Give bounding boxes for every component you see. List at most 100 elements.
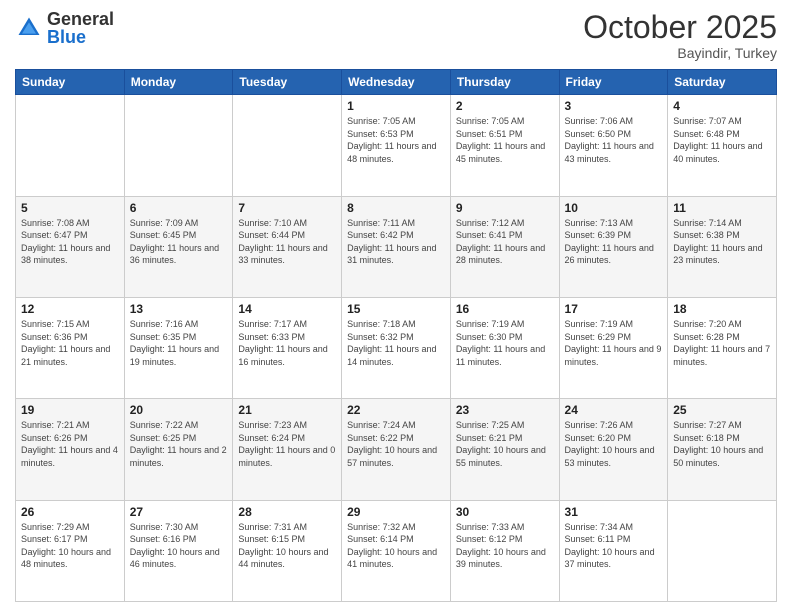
header-monday: Monday (124, 70, 233, 95)
day-number: 4 (673, 99, 771, 113)
day-cell: 31 Sunrise: 7:34 AMSunset: 6:11 PMDayligh… (559, 500, 668, 601)
week-row-2: 5 Sunrise: 7:08 AMSunset: 6:47 PMDaylight… (16, 196, 777, 297)
day-cell: 15Sunrise: 7:18 AMSunset: 6:32 PMDayligh… (342, 297, 451, 398)
day-number: 30 (456, 505, 554, 519)
logo-blue: Blue (47, 28, 114, 46)
day-info: Sunrise: 7:17 AMSunset: 6:33 PMDaylight:… (238, 318, 336, 368)
day-cell: 11Sunrise: 7:14 AMSunset: 6:38 PMDayligh… (668, 196, 777, 297)
day-number: 19 (21, 403, 119, 417)
day-info: Sunrise: 7:11 AMSunset: 6:42 PMDaylight:… (347, 217, 445, 267)
day-info: Sunrise: 7:27 AMSunset: 6:18 PMDaylight:… (673, 419, 771, 469)
header-thursday: Thursday (450, 70, 559, 95)
day-cell: 13 Sunrise: 7:16 AMSunset: 6:35 PMDayligh… (124, 297, 233, 398)
day-number: 7 (238, 201, 336, 215)
day-cell (668, 500, 777, 601)
day-info: Sunrise: 7:20 AMSunset: 6:28 PMDaylight:… (673, 318, 771, 368)
day-number: 5 (21, 201, 119, 215)
day-number: 31 (565, 505, 663, 519)
location-subtitle: Bayindir, Turkey (583, 45, 777, 61)
day-number: 25 (673, 403, 771, 417)
day-info: Sunrise: 7:29 AMSunset: 6:17 PMDaylight:… (21, 521, 119, 571)
day-cell: 24 Sunrise: 7:26 AMSunset: 6:20 PMDayligh… (559, 399, 668, 500)
day-cell: 25 Sunrise: 7:27 AMSunset: 6:18 PMDayligh… (668, 399, 777, 500)
day-number: 3 (565, 99, 663, 113)
day-cell: 8 Sunrise: 7:11 AMSunset: 6:42 PMDaylight… (342, 196, 451, 297)
header: General Blue October 2025 Bayindir, Turk… (15, 10, 777, 61)
day-info: Sunrise: 7:12 AMSunset: 6:41 PMDaylight:… (456, 217, 554, 267)
day-info: Sunrise: 7:08 AMSunset: 6:47 PMDaylight:… (21, 217, 119, 267)
day-info: Sunrise: 7:15 AMSunset: 6:36 PMDaylight:… (21, 318, 119, 368)
day-number: 21 (238, 403, 336, 417)
day-number: 11 (673, 201, 771, 215)
day-number: 2 (456, 99, 554, 113)
day-number: 12 (21, 302, 119, 316)
day-cell: 2 Sunrise: 7:05 AMSunset: 6:51 PMDaylight… (450, 95, 559, 196)
day-info: Sunrise: 7:32 AMSunset: 6:14 PMDaylight:… (347, 521, 445, 571)
day-number: 28 (238, 505, 336, 519)
day-number: 24 (565, 403, 663, 417)
day-cell: 9Sunrise: 7:12 AMSunset: 6:41 PMDaylight… (450, 196, 559, 297)
day-number: 18 (673, 302, 771, 316)
title-block: October 2025 Bayindir, Turkey (583, 10, 777, 61)
day-info: Sunrise: 7:34 AMSunset: 6:11 PMDaylight:… (565, 521, 663, 571)
day-cell: 17Sunrise: 7:19 AMSunset: 6:29 PMDayligh… (559, 297, 668, 398)
header-row: SundayMondayTuesdayWednesdayThursdayFrid… (16, 70, 777, 95)
day-number: 13 (130, 302, 228, 316)
day-cell: 20Sunrise: 7:22 AMSunset: 6:25 PMDayligh… (124, 399, 233, 500)
day-info: Sunrise: 7:05 AMSunset: 6:53 PMDaylight:… (347, 115, 445, 165)
day-cell: 6Sunrise: 7:09 AMSunset: 6:45 PMDaylight… (124, 196, 233, 297)
day-number: 16 (456, 302, 554, 316)
day-info: Sunrise: 7:31 AMSunset: 6:15 PMDaylight:… (238, 521, 336, 571)
page: General Blue October 2025 Bayindir, Turk… (0, 0, 792, 612)
day-info: Sunrise: 7:13 AMSunset: 6:39 PMDaylight:… (565, 217, 663, 267)
header-wednesday: Wednesday (342, 70, 451, 95)
day-info: Sunrise: 7:05 AMSunset: 6:51 PMDaylight:… (456, 115, 554, 165)
day-cell: 26 Sunrise: 7:29 AMSunset: 6:17 PMDayligh… (16, 500, 125, 601)
day-info: Sunrise: 7:21 AMSunset: 6:26 PMDaylight:… (21, 419, 119, 469)
day-info: Sunrise: 7:16 AMSunset: 6:35 PMDaylight:… (130, 318, 228, 368)
header-sunday: Sunday (16, 70, 125, 95)
day-cell: 16 Sunrise: 7:19 AMSunset: 6:30 PMDayligh… (450, 297, 559, 398)
day-cell: 4 Sunrise: 7:07 AMSunset: 6:48 PMDaylight… (668, 95, 777, 196)
day-cell: 19 Sunrise: 7:21 AMSunset: 6:26 PMDayligh… (16, 399, 125, 500)
day-info: Sunrise: 7:19 AMSunset: 6:30 PMDaylight:… (456, 318, 554, 368)
day-cell: 7Sunrise: 7:10 AMSunset: 6:44 PMDaylight… (233, 196, 342, 297)
day-cell: 28 Sunrise: 7:31 AMSunset: 6:15 PMDayligh… (233, 500, 342, 601)
day-cell (124, 95, 233, 196)
day-number: 17 (565, 302, 663, 316)
day-cell: 29Sunrise: 7:32 AMSunset: 6:14 PMDayligh… (342, 500, 451, 601)
week-row-4: 19 Sunrise: 7:21 AMSunset: 6:26 PMDayligh… (16, 399, 777, 500)
day-cell: 30 Sunrise: 7:33 AMSunset: 6:12 PMDayligh… (450, 500, 559, 601)
day-info: Sunrise: 7:07 AMSunset: 6:48 PMDaylight:… (673, 115, 771, 165)
day-cell: 1 Sunrise: 7:05 AMSunset: 6:53 PMDaylight… (342, 95, 451, 196)
day-info: Sunrise: 7:18 AMSunset: 6:32 PMDaylight:… (347, 318, 445, 368)
header-saturday: Saturday (668, 70, 777, 95)
day-cell: 5 Sunrise: 7:08 AMSunset: 6:47 PMDaylight… (16, 196, 125, 297)
day-cell: 14Sunrise: 7:17 AMSunset: 6:33 PMDayligh… (233, 297, 342, 398)
day-cell: 3 Sunrise: 7:06 AMSunset: 6:50 PMDaylight… (559, 95, 668, 196)
day-number: 1 (347, 99, 445, 113)
day-number: 8 (347, 201, 445, 215)
logo-icon (15, 14, 43, 42)
day-cell (16, 95, 125, 196)
day-info: Sunrise: 7:06 AMSunset: 6:50 PMDaylight:… (565, 115, 663, 165)
day-cell: 27Sunrise: 7:30 AMSunset: 6:16 PMDayligh… (124, 500, 233, 601)
day-info: Sunrise: 7:23 AMSunset: 6:24 PMDaylight:… (238, 419, 336, 469)
day-cell: 23Sunrise: 7:25 AMSunset: 6:21 PMDayligh… (450, 399, 559, 500)
calendar-table: SundayMondayTuesdayWednesdayThursdayFrid… (15, 69, 777, 602)
day-cell: 12 Sunrise: 7:15 AMSunset: 6:36 PMDayligh… (16, 297, 125, 398)
day-number: 6 (130, 201, 228, 215)
day-number: 20 (130, 403, 228, 417)
header-tuesday: Tuesday (233, 70, 342, 95)
logo-text: General Blue (47, 10, 114, 46)
day-info: Sunrise: 7:26 AMSunset: 6:20 PMDaylight:… (565, 419, 663, 469)
day-number: 26 (21, 505, 119, 519)
day-number: 10 (565, 201, 663, 215)
day-number: 27 (130, 505, 228, 519)
day-info: Sunrise: 7:24 AMSunset: 6:22 PMDaylight:… (347, 419, 445, 469)
day-info: Sunrise: 7:33 AMSunset: 6:12 PMDaylight:… (456, 521, 554, 571)
week-row-5: 26 Sunrise: 7:29 AMSunset: 6:17 PMDayligh… (16, 500, 777, 601)
logo: General Blue (15, 10, 114, 46)
header-friday: Friday (559, 70, 668, 95)
day-cell: 18 Sunrise: 7:20 AMSunset: 6:28 PMDayligh… (668, 297, 777, 398)
